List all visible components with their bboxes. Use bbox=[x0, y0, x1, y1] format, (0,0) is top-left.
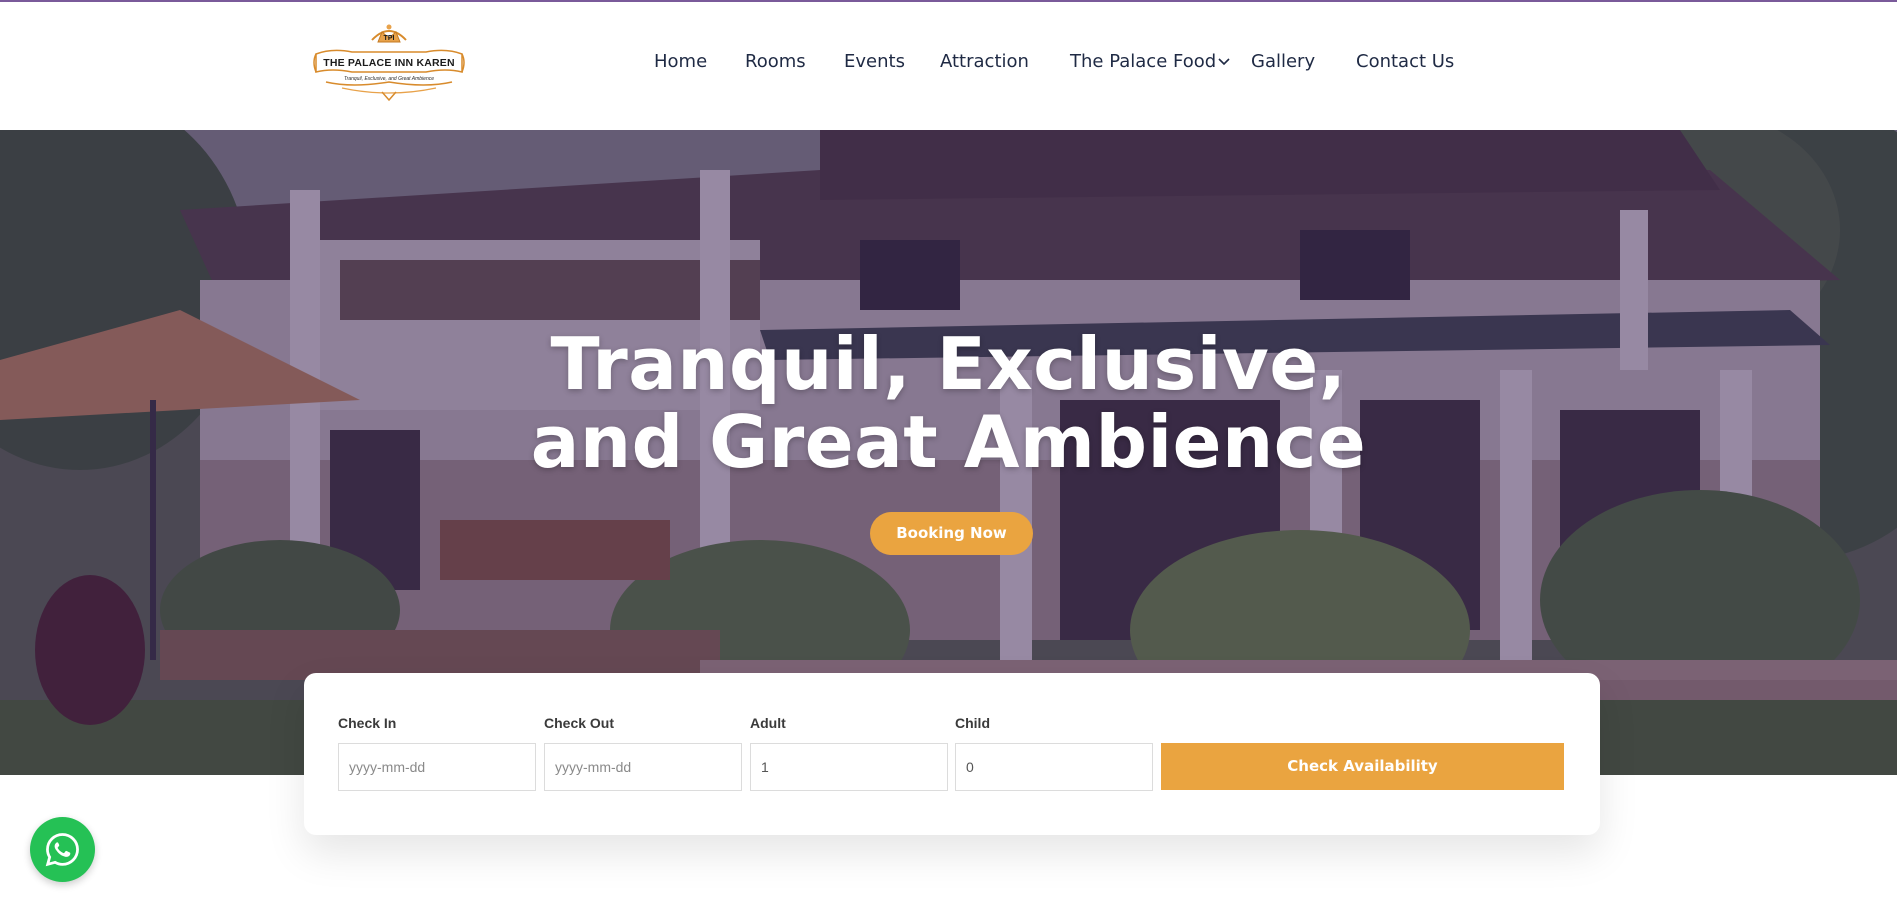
child-label: Child bbox=[955, 715, 990, 731]
check-out-input[interactable] bbox=[544, 743, 742, 791]
hero-title-line-2: and Great Ambience bbox=[530, 400, 1367, 484]
adult-label: Adult bbox=[750, 715, 786, 731]
nav-item-events[interactable]: Events bbox=[844, 51, 905, 72]
adult-input[interactable] bbox=[750, 743, 948, 791]
nav-item-contact-us[interactable]: Contact Us bbox=[1356, 51, 1454, 72]
whatsapp-button[interactable] bbox=[30, 817, 95, 882]
hero-title: Tranquil, Exclusive, and Great Ambience bbox=[0, 325, 1897, 481]
nav-item-home[interactable]: Home bbox=[654, 51, 707, 72]
nav-item-attraction[interactable]: Attraction bbox=[940, 51, 1029, 72]
check-in-input[interactable] bbox=[338, 743, 536, 791]
logo-title: THE PALACE INN KAREN bbox=[323, 57, 455, 69]
check-availability-button[interactable]: Check Availability bbox=[1161, 743, 1564, 790]
nav-item-gallery[interactable]: Gallery bbox=[1251, 51, 1315, 72]
check-out-label: Check Out bbox=[544, 715, 615, 731]
booking-now-button[interactable]: Booking Now bbox=[870, 512, 1033, 555]
check-in-label: Check In bbox=[338, 715, 397, 731]
logo-monogram: TPI bbox=[383, 35, 395, 42]
nav-item-rooms[interactable]: Rooms bbox=[745, 51, 806, 72]
whatsapp-icon bbox=[45, 833, 79, 867]
logo-tagline: Tranquil, Exclusive, and Great Ambience bbox=[343, 76, 435, 82]
hero-title-line-1: Tranquil, Exclusive, bbox=[550, 322, 1347, 406]
site-logo[interactable]: TPI THE PALACE INN KAREN Tranquil, Exclu… bbox=[312, 22, 466, 102]
nav-item-the-palace-food[interactable]: The Palace Food bbox=[1070, 51, 1216, 72]
booking-form: Check In Check Out Adult Child Check Ava… bbox=[304, 673, 1600, 835]
chevron-down-icon[interactable] bbox=[1216, 53, 1232, 69]
site-header: TPI THE PALACE INN KAREN Tranquil, Exclu… bbox=[0, 2, 1897, 130]
child-input[interactable] bbox=[955, 743, 1153, 791]
